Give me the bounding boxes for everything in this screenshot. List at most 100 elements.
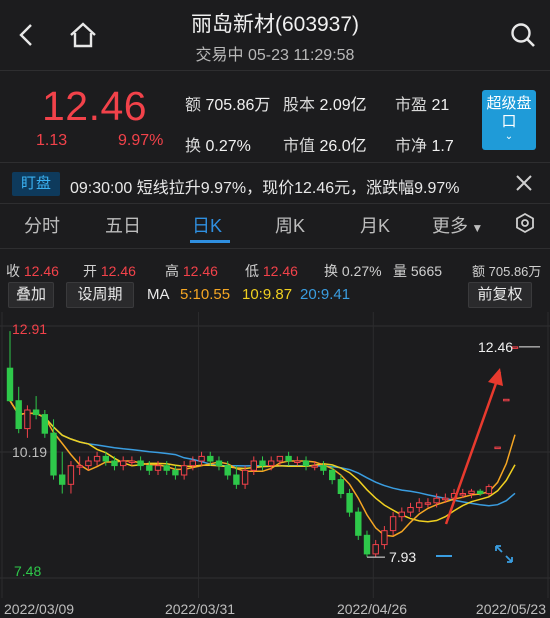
- candle-body: [41, 414, 48, 434]
- low-label: 低: [245, 263, 259, 279]
- chart-grid: [0, 312, 550, 598]
- info-open: 开 12.46: [83, 261, 136, 281]
- candle-body: [250, 460, 258, 471]
- close-value: 12.46: [23, 263, 59, 279]
- current-price: 12.46: [42, 83, 148, 129]
- tab-monthly-k[interactable]: 月K: [360, 212, 390, 238]
- close-icon[interactable]: [514, 173, 534, 193]
- volume-value: 5665: [410, 263, 443, 279]
- close-label: 收: [6, 263, 20, 279]
- open-label: 开: [83, 263, 97, 279]
- watch-tag: 盯盘: [12, 172, 60, 196]
- candle-body: [120, 460, 127, 467]
- turnover-stat: 换 0.27%: [185, 132, 251, 156]
- amt-label: 额: [472, 264, 486, 279]
- tab-divider: [0, 248, 550, 249]
- candle-body: [50, 432, 57, 476]
- mktcap-value: 26.0亿: [319, 138, 367, 155]
- low-value: 12.46: [262, 263, 298, 279]
- turnover-label: 换: [185, 138, 202, 155]
- amount-label: 额: [185, 97, 202, 114]
- super-orderbook-button[interactable]: 超级盘口 ⌄: [482, 90, 536, 150]
- candle-body: [32, 409, 40, 416]
- candle-body: [198, 455, 205, 462]
- pb-stat: 市净 1.7: [395, 132, 454, 156]
- overlay-button[interactable]: 叠加: [8, 282, 54, 308]
- x-axis-label: 2022/04/26: [337, 601, 407, 617]
- page-title: 丽岛新材(603937): [190, 13, 360, 36]
- price-change: 1.13: [36, 132, 68, 149]
- candle-body: [24, 409, 31, 430]
- turn-label: 换: [324, 263, 338, 279]
- candle-body: [337, 479, 345, 495]
- tab-more[interactable]: 更多 ▼: [432, 212, 483, 238]
- candle-body: [67, 465, 75, 485]
- share-stat: 股本 2.09亿: [283, 91, 367, 115]
- volume-label: 量: [393, 263, 407, 279]
- info-volume: 量 5665: [393, 261, 442, 281]
- tab-five-day[interactable]: 五日: [105, 212, 141, 238]
- y-axis-top-label: 12.91: [12, 321, 47, 337]
- candle-body: [442, 497, 449, 501]
- candle-body: [363, 534, 371, 555]
- candle-body: [355, 511, 362, 536]
- x-axis-label: 2022/03/31: [165, 601, 235, 617]
- ma-label: MA: [147, 286, 170, 303]
- pb-value: 1.7: [431, 138, 454, 155]
- mktcap-label: 市值: [283, 138, 316, 155]
- candle-body: [102, 455, 109, 462]
- candle-body: [111, 460, 118, 467]
- candle-body: [511, 346, 519, 349]
- candle-body: [172, 469, 179, 476]
- candle-body: [424, 502, 432, 505]
- quote-divider: [0, 162, 550, 163]
- candle-body: [346, 493, 353, 513]
- y-axis-bottom-label: 7.48: [14, 563, 41, 579]
- candle-body: [433, 497, 440, 504]
- turn-value: 0.27%: [341, 263, 382, 279]
- tab-daily-k[interactable]: 日K: [192, 212, 222, 238]
- info-turnover: 换 0.27%: [324, 261, 382, 281]
- share-label: 股本: [283, 97, 316, 114]
- info-close: 收 12.46: [6, 261, 59, 281]
- info-low: 低 12.46: [245, 261, 298, 281]
- tab-more-label: 更多: [432, 216, 468, 236]
- candle-body: [241, 469, 249, 485]
- candle-body: [459, 493, 467, 496]
- candle-body: [320, 465, 327, 471]
- candle-body: [137, 460, 144, 467]
- candle-body: [416, 502, 423, 508]
- candle-body: [207, 455, 214, 462]
- candle-body: [389, 516, 397, 532]
- adjust-mode-button[interactable]: 前复权: [468, 282, 532, 308]
- candle-body: [128, 460, 136, 463]
- y-axis-mid-label: 10.19: [12, 444, 47, 460]
- set-period-button[interactable]: 设周期: [66, 282, 134, 308]
- trading-status: 交易中 05-23 11:29:58: [195, 47, 355, 64]
- candle-body: [477, 490, 484, 494]
- kline-chart[interactable]: 12.91 10.19 7.48 2022/03/09 2022/03/31 2022/0…: [0, 312, 550, 618]
- pe-value: 21: [431, 97, 450, 114]
- settings-icon[interactable]: [514, 212, 536, 234]
- tab-intraday[interactable]: 分时: [24, 212, 60, 238]
- candles: [6, 331, 519, 558]
- candle-body: [398, 511, 406, 518]
- tab-weekly-k[interactable]: 周K: [275, 212, 305, 238]
- candle-body: [6, 367, 14, 402]
- candle-body: [294, 460, 301, 463]
- open-value: 12.46: [100, 263, 136, 279]
- candle-body: [494, 446, 501, 450]
- candle-body: [15, 400, 22, 429]
- candle-body: [276, 455, 284, 462]
- x-axis-label: 2022/05/23: [476, 601, 546, 617]
- candle-body: [76, 465, 83, 468]
- candle-body: [180, 465, 188, 476]
- fullscreen-icon: [495, 545, 513, 563]
- search-icon[interactable]: [506, 18, 540, 52]
- low-marker-label: 7.93: [389, 549, 416, 565]
- candle-body: [163, 465, 170, 471]
- candle-body: [93, 455, 101, 462]
- candle-body: [407, 507, 414, 513]
- price-change-pct: 9.97%: [118, 132, 164, 149]
- high-label: 高: [165, 263, 179, 279]
